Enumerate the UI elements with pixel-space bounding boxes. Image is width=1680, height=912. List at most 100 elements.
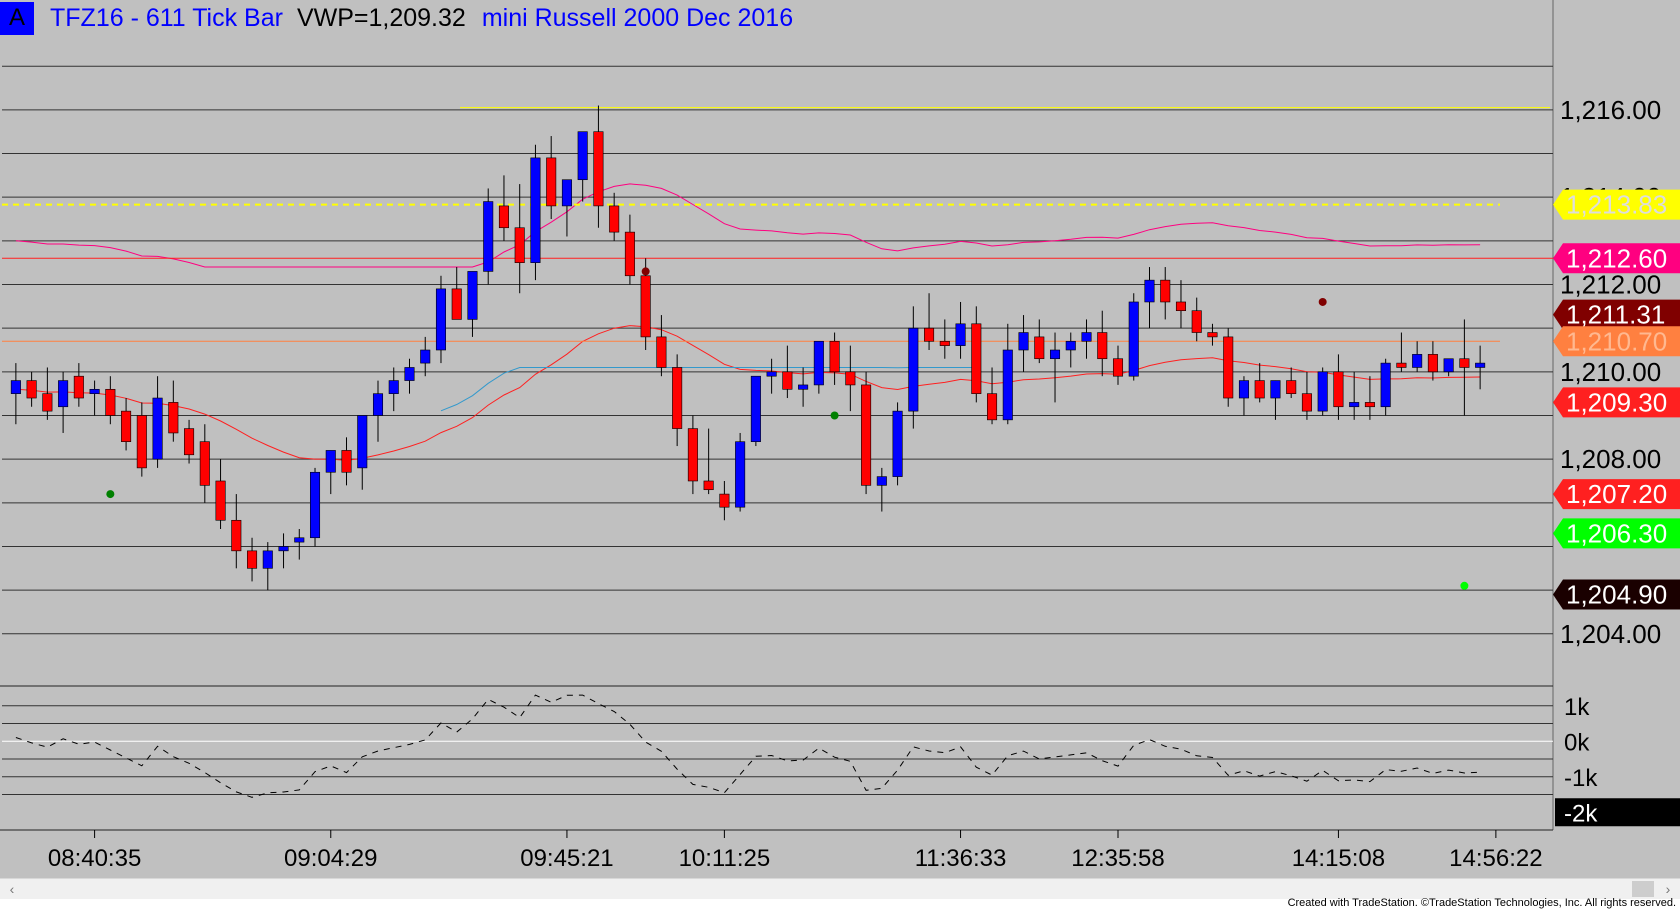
candle-body[interactable] <box>514 227 525 263</box>
candle-body[interactable] <box>1034 336 1045 360</box>
candle-body[interactable] <box>1238 380 1249 399</box>
candle-body[interactable] <box>798 384 809 390</box>
candle-body[interactable] <box>1144 279 1155 303</box>
candle-body[interactable] <box>1049 349 1061 360</box>
candle-body[interactable] <box>1128 301 1139 377</box>
candle-body[interactable] <box>861 384 872 486</box>
candle-body[interactable] <box>1333 371 1344 408</box>
candle-body[interactable] <box>1097 332 1108 360</box>
candle-body[interactable] <box>1254 380 1265 399</box>
candle-body[interactable] <box>908 327 919 412</box>
candle-body[interactable] <box>829 340 840 373</box>
candle-body[interactable] <box>546 157 557 207</box>
candle-body[interactable] <box>813 340 824 386</box>
candle-body[interactable] <box>435 288 447 351</box>
candle-body[interactable] <box>1223 336 1234 399</box>
candle-body[interactable] <box>735 441 746 508</box>
candle-body[interactable] <box>1207 332 1218 338</box>
candle-body[interactable] <box>420 349 431 364</box>
candle-body[interactable] <box>467 271 478 320</box>
candle-body[interactable] <box>609 205 620 233</box>
candle-body[interactable] <box>42 393 53 412</box>
candle-body[interactable] <box>26 380 37 399</box>
candle-body[interactable] <box>939 340 950 346</box>
candle-body[interactable] <box>924 327 935 342</box>
candle-body[interactable] <box>1160 279 1171 303</box>
candle-body[interactable] <box>672 367 683 429</box>
candle-body[interactable] <box>121 410 132 442</box>
candle-body[interactable] <box>105 388 116 416</box>
candle-body[interactable] <box>73 375 84 399</box>
candle-body[interactable] <box>498 205 509 229</box>
candle-body[interactable] <box>892 410 903 477</box>
candle-body[interactable] <box>1443 358 1454 373</box>
candle-body[interactable] <box>1270 380 1281 399</box>
candle-body[interactable] <box>593 131 604 207</box>
candle-body[interactable] <box>247 550 258 569</box>
candle-body[interactable] <box>1112 358 1124 377</box>
candle-body[interactable] <box>1018 332 1029 351</box>
candle-body[interactable] <box>404 367 415 381</box>
candle-body[interactable] <box>388 380 399 394</box>
candle-body[interactable] <box>1364 402 1375 408</box>
candle-body[interactable] <box>1475 362 1486 368</box>
candle-body[interactable] <box>782 371 793 390</box>
candle-body[interactable] <box>325 450 336 473</box>
candle-body[interactable] <box>1396 362 1407 368</box>
candle-body[interactable] <box>262 550 273 569</box>
candle-body[interactable] <box>955 323 966 346</box>
candle-body[interactable] <box>483 201 494 272</box>
candle-body[interactable] <box>1349 402 1360 408</box>
candle-body[interactable] <box>719 493 730 508</box>
candle-body[interactable] <box>1317 371 1328 412</box>
candle-body[interactable] <box>703 480 714 491</box>
candle-body[interactable] <box>766 371 777 377</box>
scroll-left-arrow-icon[interactable]: ‹ <box>4 879 20 899</box>
candle-body[interactable] <box>530 157 541 263</box>
scroll-right-arrow-icon[interactable]: › <box>1660 879 1676 899</box>
candle-body[interactable] <box>1065 340 1076 351</box>
candle-body[interactable] <box>561 179 572 207</box>
candle-body[interactable] <box>451 288 462 320</box>
candle-body[interactable] <box>136 415 147 469</box>
candle-body[interactable] <box>199 441 210 486</box>
candle-body[interactable] <box>656 336 667 368</box>
candle-body[interactable] <box>876 476 887 486</box>
candle-body[interactable] <box>1191 310 1202 333</box>
candle-body[interactable] <box>687 428 698 482</box>
candle-body[interactable] <box>1301 393 1312 412</box>
candle-body[interactable] <box>1002 349 1013 421</box>
candle-body[interactable] <box>89 388 100 394</box>
candle-body[interactable] <box>231 519 242 552</box>
analysis-badge[interactable]: A <box>0 1 34 35</box>
candle-body[interactable] <box>309 471 321 539</box>
candle-body[interactable] <box>341 450 352 473</box>
candle-body[interactable] <box>215 480 226 521</box>
candle-body[interactable] <box>372 393 384 416</box>
candle-body[interactable] <box>357 415 368 469</box>
candle-body[interactable] <box>1412 354 1423 368</box>
candle-body[interactable] <box>168 402 179 434</box>
candle-body[interactable] <box>152 397 163 460</box>
candle-body[interactable] <box>58 380 69 408</box>
candle-body[interactable] <box>1459 358 1470 368</box>
candle-body[interactable] <box>971 323 982 394</box>
candle-body[interactable] <box>845 371 856 386</box>
candle-body[interactable] <box>1286 380 1297 394</box>
horizontal-scrollbar[interactable]: ‹ › <box>0 878 1680 899</box>
candle-body[interactable] <box>624 231 635 277</box>
candle-body[interactable] <box>987 393 998 421</box>
candle-body[interactable] <box>640 275 651 338</box>
candle-body[interactable] <box>1081 332 1092 342</box>
scroll-thumb[interactable] <box>1632 881 1654 897</box>
candle-body[interactable] <box>10 380 21 394</box>
candle-body[interactable] <box>294 537 305 543</box>
price-chart[interactable]: 1,216.001,214.001,213.831,212.601,212.00… <box>0 0 1680 878</box>
candle-body[interactable] <box>1427 354 1438 373</box>
candle-body[interactable] <box>750 375 761 442</box>
candle-body[interactable] <box>278 546 289 552</box>
candle-body[interactable] <box>1380 362 1391 408</box>
candle-body[interactable] <box>1175 301 1187 312</box>
candle-body[interactable] <box>184 428 195 456</box>
candle-body[interactable] <box>577 131 588 181</box>
